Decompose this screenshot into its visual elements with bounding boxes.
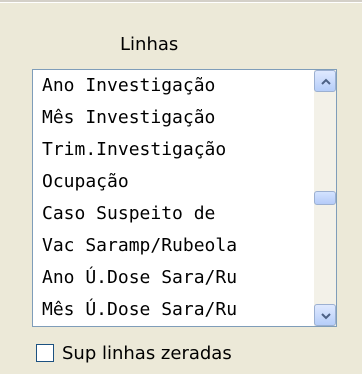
vertical-scrollbar[interactable] — [314, 70, 336, 326]
scroll-thumb[interactable] — [314, 191, 336, 205]
list-item[interactable]: Caso Suspeito de — [42, 198, 215, 230]
linhas-listbox[interactable]: Ano Investigação Mês Investigação Trim.I… — [32, 69, 337, 327]
list-item[interactable]: Mês Investigação — [42, 102, 215, 134]
linhas-panel: Linhas Ano Investigação Mês Investigação… — [0, 0, 362, 374]
list-item[interactable]: Ano Investigação — [42, 70, 215, 102]
list-item[interactable]: Ocupação — [42, 166, 129, 198]
sup-linhas-zeradas-label: Sup linhas zeradas — [62, 343, 232, 364]
sup-linhas-zeradas-checkbox[interactable] — [36, 344, 54, 362]
list-item[interactable]: Trim.Investigação — [42, 134, 226, 166]
list-item[interactable]: Mês Ú.Dose Sara/Ru — [42, 294, 237, 326]
scroll-down-button[interactable] — [314, 304, 336, 326]
list-item[interactable]: Ano Ú.Dose Sara/Ru — [42, 262, 237, 294]
list-item[interactable]: Vac Saramp/Rubeola — [42, 230, 237, 262]
linhas-label: Linhas — [120, 34, 179, 55]
scroll-up-button[interactable] — [314, 70, 336, 92]
chevron-up-icon — [321, 78, 331, 85]
top-separator-highlight — [0, 2, 362, 3]
linhas-list: Ano Investigação Mês Investigação Trim.I… — [33, 70, 315, 326]
chevron-down-icon — [321, 313, 331, 320]
